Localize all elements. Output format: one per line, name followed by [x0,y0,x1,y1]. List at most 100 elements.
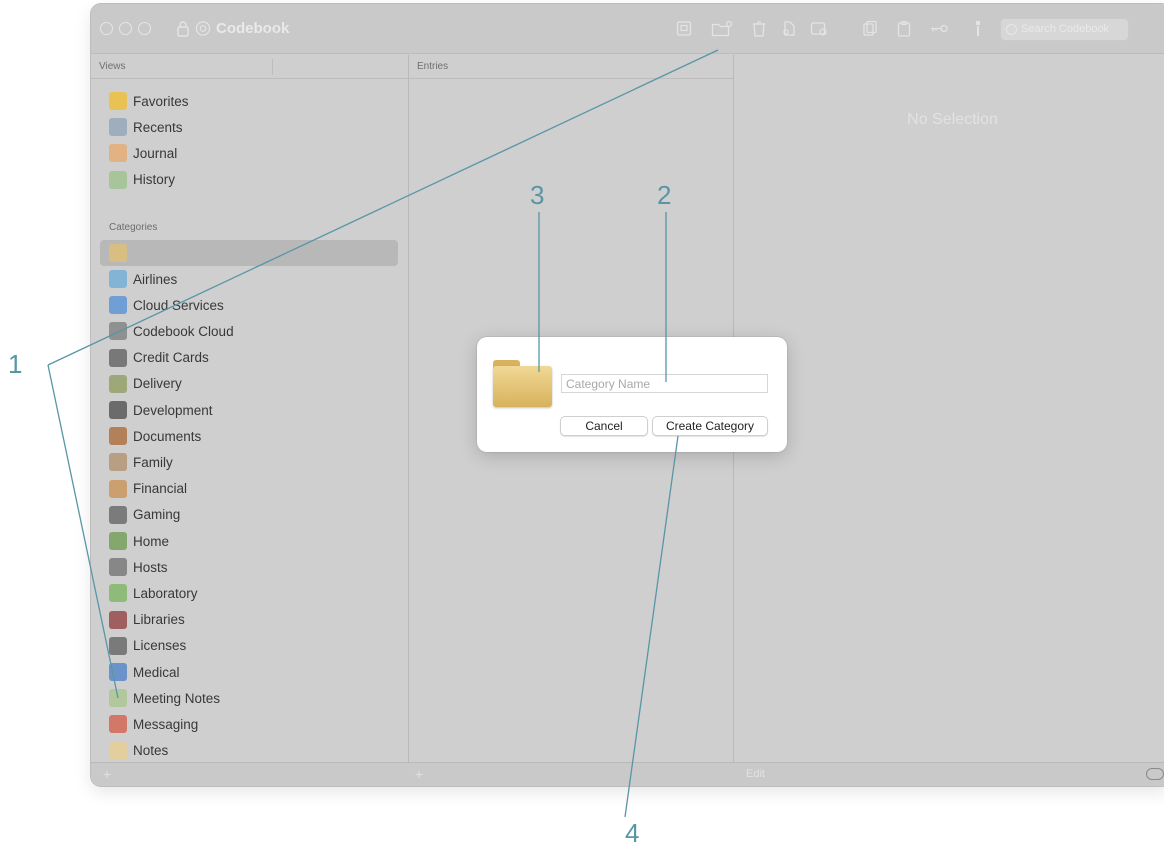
sidebar-item-gaming[interactable]: Gaming [109,504,180,526]
house-family-icon [109,453,127,472]
toolbar: Codebook Search Codebook [91,4,1164,54]
sync-icon[interactable] [195,20,211,37]
sidebar-item-documents[interactable]: Documents [109,425,201,447]
sidebar-item-financial[interactable]: Financial [109,478,187,500]
new-entry-icon[interactable] [676,20,692,37]
folder-icon [109,244,127,262]
sidebar-item-label: Credit Cards [133,350,209,366]
sidebar-item-licenses[interactable]: Licenses [109,635,186,657]
sidebar-item-new-folder[interactable] [109,242,133,264]
sidebar-item-label: Delivery [133,376,182,392]
bottom-bar: + + Edit [91,762,1164,786]
sidebar-item-label: History [133,172,176,188]
password-generator-icon[interactable] [973,20,983,37]
callout-3: 3 [530,180,545,210]
edit-button[interactable]: Edit [746,768,765,780]
add-entry-button[interactable]: + [415,766,423,782]
delivery-truck-icon [109,374,127,393]
sidebar-item-hosts[interactable]: Hosts [109,556,168,578]
sidebar-item-label: Libraries [133,612,185,628]
copy-icon[interactable] [862,20,878,37]
bomb-icon [109,401,127,419]
sidebar-item-laboratory[interactable]: Laboratory [109,582,198,604]
sidebar-item-label: Development [133,402,213,418]
sidebar-item-home[interactable]: Home [109,530,169,552]
sidebar-view-journal[interactable]: Journal [109,142,177,164]
share-icon[interactable] [781,20,797,37]
zoom-window-button[interactable] [138,22,151,35]
money-bag-icon [109,479,127,498]
sidebar-item-label: Laboratory [133,585,198,601]
gamepad-icon [109,505,127,524]
sidebar-item-cloud-services[interactable]: Cloud Services [109,294,224,316]
sidebar-item-delivery[interactable]: Delivery [109,373,182,395]
sidebar-view-favorites[interactable]: Favorites [109,90,189,112]
callout-4: 4 [625,818,640,848]
cancel-button[interactable]: Cancel [560,416,648,436]
sidebar-item-airlines[interactable]: Airlines [109,268,177,290]
browser-icon[interactable] [810,20,828,37]
folder-icon[interactable] [493,360,552,407]
cloud-sync-icon[interactable] [1146,768,1164,780]
sidebar-item-label: Documents [133,428,202,444]
sidebar-view-recents[interactable]: Recents [109,116,183,138]
callout-2: 2 [657,180,672,210]
sidebar-item-medical[interactable]: Medical [109,661,180,683]
sidebar-item-label: Gaming [133,507,181,523]
clipboard-icon[interactable] [896,20,912,37]
minimize-window-button[interactable] [119,22,132,35]
no-selection-label: No Selection [907,111,998,128]
sidebar-item-label: Family [133,454,173,470]
safe-icon [109,322,127,341]
sidebar-item-credit-cards[interactable]: Credit Cards [109,347,209,369]
trash-icon[interactable] [751,20,767,37]
new-category-icon[interactable] [711,20,733,37]
header-divider[interactable] [272,59,273,75]
views-header-label: Views [99,61,126,72]
sidebar-item-label: Cloud Services [133,297,224,313]
laptop-icon [109,636,127,655]
sidebar-item-label: Home [133,533,170,549]
sidebar-item-notes[interactable]: Notes [109,740,168,762]
briefcase-icon [109,427,127,446]
create-category-button[interactable]: Create Category [652,416,768,436]
home-icon [109,532,127,550]
airplane-icon [109,270,127,288]
close-window-button[interactable] [100,22,113,35]
sidebar-item-label: Medical [133,664,180,680]
chat-bubbles-icon [109,715,127,734]
entries-header-label: Entries [417,61,449,72]
notes-calendar-icon [109,689,127,708]
sidebar-item-label: Meeting Notes [133,690,221,706]
sidebar-item-codebook-cloud[interactable]: Codebook Cloud [109,320,234,342]
search-placeholder: Search Codebook [1021,23,1110,35]
sidebar-divider[interactable] [408,55,409,762]
sidebar-item-messaging[interactable]: Messaging [109,713,198,735]
stage: Codebook Search Codebook Views Entries N… [0,0,1164,849]
sidebar-item-label: Journal [133,145,178,161]
window-title: Codebook [216,20,290,37]
flask-icon [109,584,127,603]
sidebar-item-libraries[interactable]: Libraries [109,609,185,631]
server-icon [109,558,127,577]
new-category-dialog: Cancel Create Category [477,337,787,452]
sidebar-item-family[interactable]: Family [109,451,173,473]
lock-icon[interactable] [175,20,191,37]
sidebar-item-new-category[interactable] [100,240,398,266]
journal-icon [109,144,127,163]
views-column-header: Views [91,55,408,79]
star-icon [109,92,127,110]
search-field[interactable]: Search Codebook [1000,18,1129,41]
sidebar-item-meeting-notes[interactable]: Meeting Notes [109,687,220,709]
key-icon[interactable] [929,20,949,37]
sidebar-item-label: Licenses [133,638,187,654]
sidebar-item-development[interactable]: Development [109,399,213,421]
add-category-button[interactable]: + [103,766,111,782]
sidebar-item-label: Recents [133,119,183,135]
callout-1: 1 [8,349,23,379]
stopwatch-icon [109,118,127,137]
sidebar-item-label: Hosts [133,559,168,575]
category-name-input[interactable] [561,374,768,393]
sidebar-item-label: Codebook Cloud [133,323,234,339]
sidebar-view-history[interactable]: History [109,169,175,191]
